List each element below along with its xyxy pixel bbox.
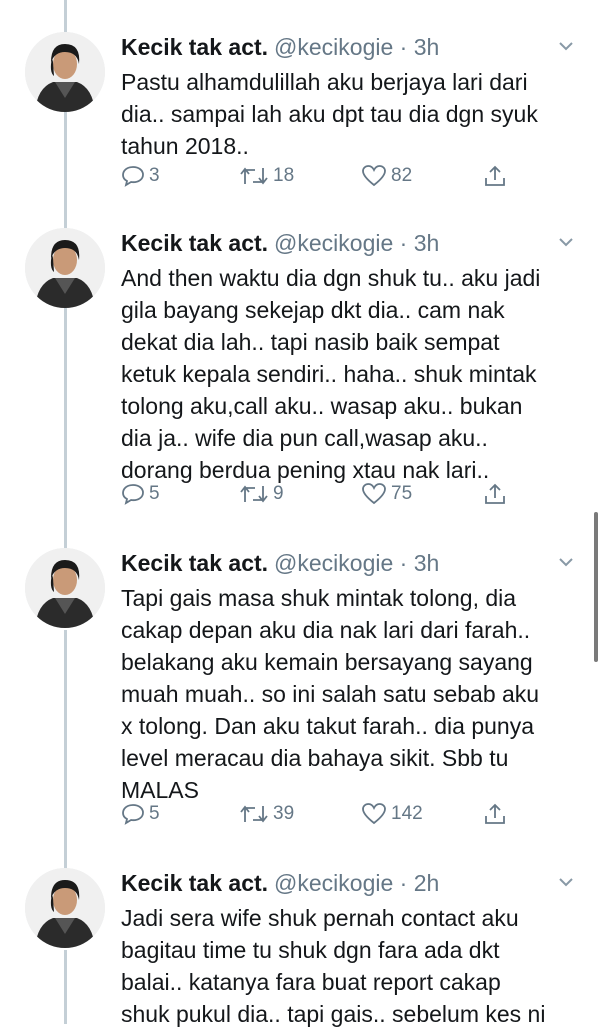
tweet-header: Kecik tak act. @kecikogie · 3h [121, 229, 439, 257]
chevron-down-icon[interactable] [558, 874, 574, 890]
retweet-icon [240, 167, 268, 185]
share-icon [485, 165, 505, 186]
author-name[interactable]: Kecik tak act. [121, 34, 268, 60]
like-button[interactable]: 142 [361, 802, 423, 826]
retweet-count: 18 [273, 165, 295, 186]
tweet-text: Jadi sera wife shuk pernah contact aku b… [121, 905, 546, 1027]
author-name[interactable]: Kecik tak act. [121, 230, 268, 256]
author-name[interactable]: Kecik tak act. [121, 550, 268, 576]
chevron-down-icon[interactable] [558, 554, 574, 570]
share-button[interactable] [483, 802, 511, 826]
retweet-icon [240, 805, 268, 823]
timestamp[interactable]: · 3h [400, 230, 440, 256]
like-button[interactable]: 82 [361, 164, 412, 188]
timestamp[interactable]: · 3h [400, 34, 440, 60]
tweet-text: Pastu alhamdulillah aku berjaya lari dar… [121, 69, 538, 159]
tweet-actions: 5 9 75 [121, 482, 521, 512]
reply-icon [122, 804, 144, 825]
author-handle[interactable]: @kecikogie [274, 34, 393, 60]
like-count: 82 [391, 165, 413, 186]
share-icon [485, 803, 505, 824]
retweet-icon [240, 485, 268, 503]
chevron-down-icon[interactable] [558, 38, 574, 54]
reply-button[interactable]: 3 [121, 164, 160, 188]
retweet-count: 9 [273, 483, 284, 504]
tweet[interactable]: Kecik tak act. @kecikogie · 3h Pastu alha… [0, 32, 604, 222]
tweet[interactable]: Kecik tak act. @kecikogie · 3h Tapi gais … [0, 548, 604, 868]
reply-count: 3 [149, 165, 160, 186]
tweet-header: Kecik tak act. @kecikogie · 3h [121, 549, 439, 577]
author-name[interactable]: Kecik tak act. [121, 870, 268, 896]
share-icon [485, 483, 505, 504]
heart-icon [362, 483, 386, 505]
reply-icon [122, 166, 144, 187]
like-count: 142 [391, 803, 423, 824]
heart-icon [362, 165, 386, 187]
avatar[interactable] [25, 228, 105, 308]
timestamp[interactable]: · 2h [400, 870, 440, 896]
retweet-button[interactable]: 9 [239, 482, 284, 506]
retweet-button[interactable]: 39 [239, 802, 294, 826]
retweet-count: 39 [273, 803, 295, 824]
reply-count: 5 [149, 483, 160, 504]
share-button[interactable] [483, 164, 511, 188]
avatar[interactable] [25, 548, 105, 628]
tweet[interactable]: Kecik tak act. @kecikogie · 2h Jadi sera … [0, 868, 604, 1027]
tweet-header: Kecik tak act. @kecikogie · 3h [121, 33, 439, 61]
avatar[interactable] [25, 868, 105, 948]
tweet-text: And then waktu dia dgn shuk tu.. aku jad… [121, 265, 541, 483]
avatar[interactable] [25, 32, 105, 112]
reply-button[interactable]: 5 [121, 802, 160, 826]
share-button[interactable] [483, 482, 511, 506]
chevron-down-icon[interactable] [558, 234, 574, 250]
like-count: 75 [391, 483, 413, 504]
heart-icon [362, 803, 386, 825]
scrollbar[interactable] [594, 512, 598, 662]
tweet-actions: 3 18 82 [121, 164, 521, 194]
retweet-button[interactable]: 18 [239, 164, 294, 188]
author-handle[interactable]: @kecikogie [274, 230, 393, 256]
author-handle[interactable]: @kecikogie [274, 870, 393, 896]
tweet[interactable]: Kecik tak act. @kecikogie · 3h And then w… [0, 228, 604, 548]
tweet-text: Tapi gais masa shuk mintak tolong, dia c… [121, 585, 540, 803]
tweet-header: Kecik tak act. @kecikogie · 2h [121, 869, 439, 897]
tweet-actions: 5 39 142 [121, 802, 521, 832]
like-button[interactable]: 75 [361, 482, 412, 506]
timestamp[interactable]: · 3h [400, 550, 440, 576]
reply-count: 5 [149, 803, 160, 824]
author-handle[interactable]: @kecikogie [274, 550, 393, 576]
reply-button[interactable]: 5 [121, 482, 160, 506]
reply-icon [122, 484, 144, 505]
thread-line [64, 0, 67, 32]
